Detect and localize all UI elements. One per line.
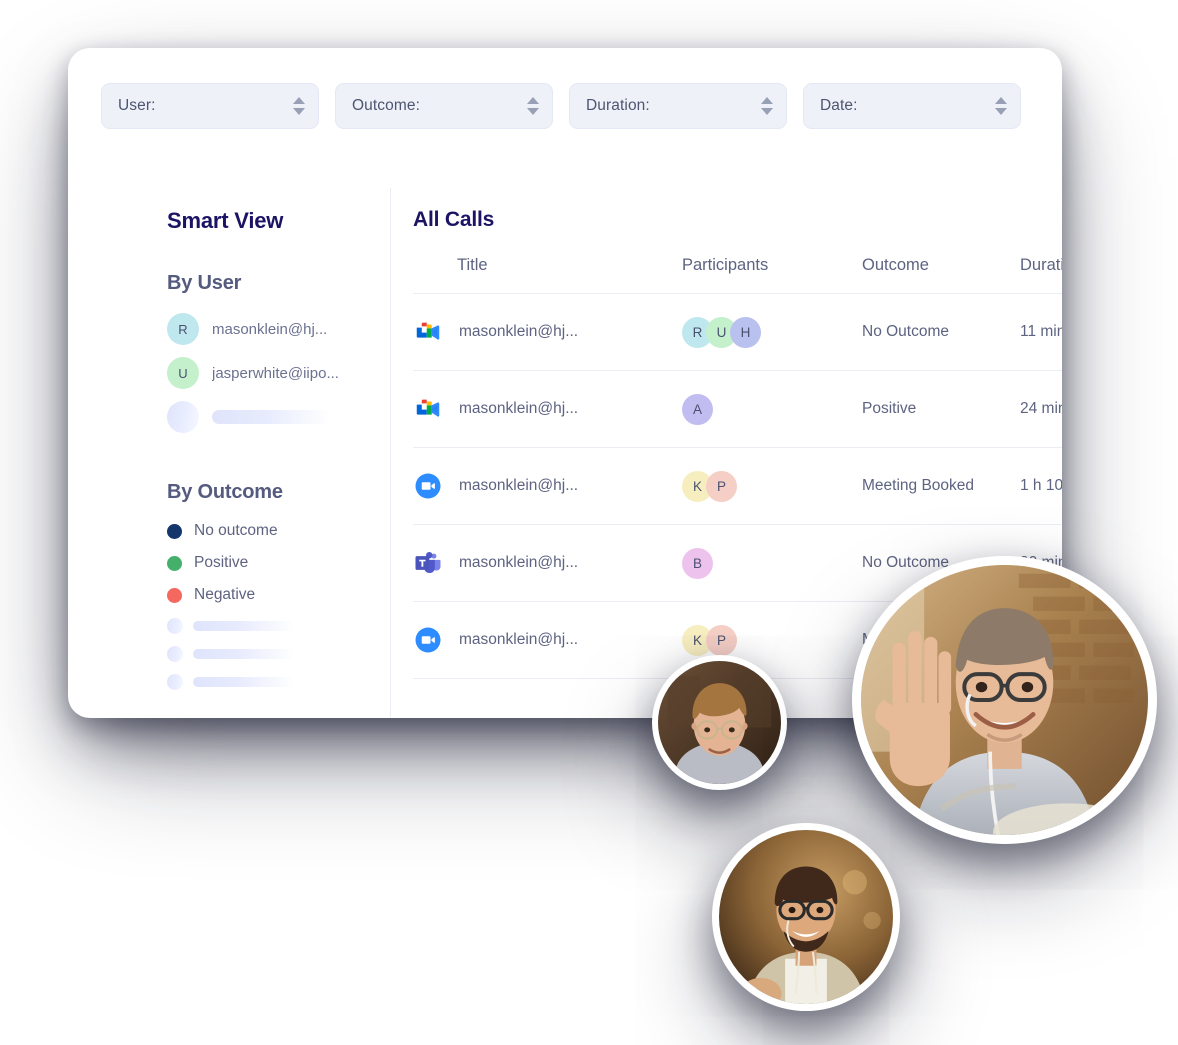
filter-outcome-label: Outcome: [352,97,420,114]
cell-participants: R U H [682,293,862,371]
outcome-filter-positive[interactable]: Positive [167,554,377,572]
sidebar-user-item[interactable]: R masonklein@hj... [167,313,377,345]
duration-value: 24 min [1020,400,1062,417]
spinner-icon[interactable] [293,97,305,115]
filter-user[interactable]: User: [101,83,319,129]
sidebar-divider [390,188,391,718]
participant-avatar: A [682,393,713,425]
avatar [719,830,893,1004]
cell-outcome: No Outcome [862,293,1020,371]
sidebar: Smart View By User R masonklein@hj... U … [167,208,377,702]
loading-placeholder-row [167,618,377,634]
by-outcome-heading: By Outcome [167,481,283,503]
cell-title: masonklein@hj... [413,447,682,525]
table-title: All Calls [413,208,495,231]
placeholder-bar [193,649,295,659]
filter-bar: User: Outcome: Duration: Date: [101,83,1021,129]
outcome-label: Positive [194,554,249,571]
table-row[interactable]: masonklein@hj... A Positive 24 min [413,370,1062,448]
filter-date-label: Date: [820,97,858,114]
microsoft-teams-icon [413,548,443,578]
duration-value: 11 min [1020,323,1062,340]
outcome-value: No Outcome [862,323,950,340]
google-meet-icon [413,317,443,347]
participant-photo-large[interactable] [852,556,1157,844]
column-header-participants[interactable]: Participants [682,256,862,294]
by-outcome-block: By Outcome No outcome Positive Negative [167,481,377,690]
spinner-icon[interactable] [995,97,1007,115]
loading-placeholder-row [167,401,377,433]
table-header-row: Title Participants Outcome Duration [413,256,1062,294]
placeholder-bar [193,677,295,687]
outcome-filter-no-outcome[interactable]: No outcome [167,522,377,540]
filter-outcome[interactable]: Outcome: [335,83,553,129]
filter-user-label: User: [118,97,156,114]
cell-outcome: Positive [862,370,1020,448]
sidebar-user-email: jasperwhite@iipo... [212,364,339,382]
avatar: R [167,313,199,345]
table-row[interactable]: masonklein@hj... K P Meeting Booked 1 h … [413,447,1062,525]
cell-title: masonklein@hj... [413,293,682,371]
sidebar-user-email: masonklein@hj... [212,320,328,338]
cell-outcome: Meeting Booked [862,447,1020,525]
placeholder-dot [167,646,183,662]
status-dot-positive [167,555,182,571]
loading-placeholder-row [167,674,377,690]
cell-title: masonklein@hj... [413,524,682,602]
call-title: masonklein@hj... [459,400,579,417]
zoom-icon [413,625,443,655]
placeholder-bar [193,621,295,631]
google-meet-icon [413,394,443,424]
participant-avatar: B [682,547,713,579]
column-header-outcome[interactable]: Outcome [862,256,1020,294]
outcome-value: Positive [862,400,917,417]
call-title: masonklein@hj... [459,323,579,340]
cell-participants: B [682,524,862,602]
table-row[interactable]: masonklein@hj... R U H No Outcome 11 min [413,293,1062,371]
cell-participants: K P [682,447,862,525]
call-title: masonklein@hj... [459,554,579,571]
zoom-icon [413,471,443,501]
cell-duration: 1 h 10 min [1020,447,1062,525]
outcome-value: No Outcome [862,554,950,571]
page-title: Smart View [167,208,284,233]
loading-placeholder-row [167,646,377,662]
outcome-filter-negative[interactable]: Negative [167,586,377,604]
avatar [861,565,1148,835]
cell-duration: 11 min [1020,293,1062,371]
cell-participants: A [682,370,862,448]
filter-duration-label: Duration: [586,97,650,114]
spinner-icon[interactable] [527,97,539,115]
status-dot-negative [167,587,182,603]
placeholder-bar [212,410,330,424]
placeholder-dot [167,618,183,634]
by-user-heading: By User [167,272,242,294]
call-title: masonklein@hj... [459,631,579,648]
outcome-value: Meeting Booked [862,477,975,494]
call-title: masonklein@hj... [459,477,579,494]
cell-duration: 24 min [1020,370,1062,448]
placeholder-avatar [167,401,199,433]
cell-title: masonklein@hj... [413,601,682,679]
participant-photo-medium[interactable] [712,823,900,1011]
participant-avatar: P [706,470,737,502]
status-dot-no-outcome [167,523,182,539]
filter-date[interactable]: Date: [803,83,1021,129]
participant-avatar: H [730,316,761,348]
placeholder-dot [167,674,183,690]
outcome-label: No outcome [194,522,278,539]
filter-duration[interactable]: Duration: [569,83,787,129]
avatar: U [167,357,199,389]
spinner-icon[interactable] [761,97,773,115]
sidebar-user-item[interactable]: U jasperwhite@iipo... [167,357,377,389]
column-header-title[interactable]: Title [413,256,682,294]
column-header-duration[interactable]: Duration [1020,256,1062,294]
participant-photo-small[interactable] [652,655,787,790]
avatar [658,661,781,784]
duration-value: 1 h 10 min [1020,477,1062,494]
participant-avatar: P [706,624,737,656]
outcome-label: Negative [194,586,256,603]
cell-title: masonklein@hj... [413,370,682,448]
